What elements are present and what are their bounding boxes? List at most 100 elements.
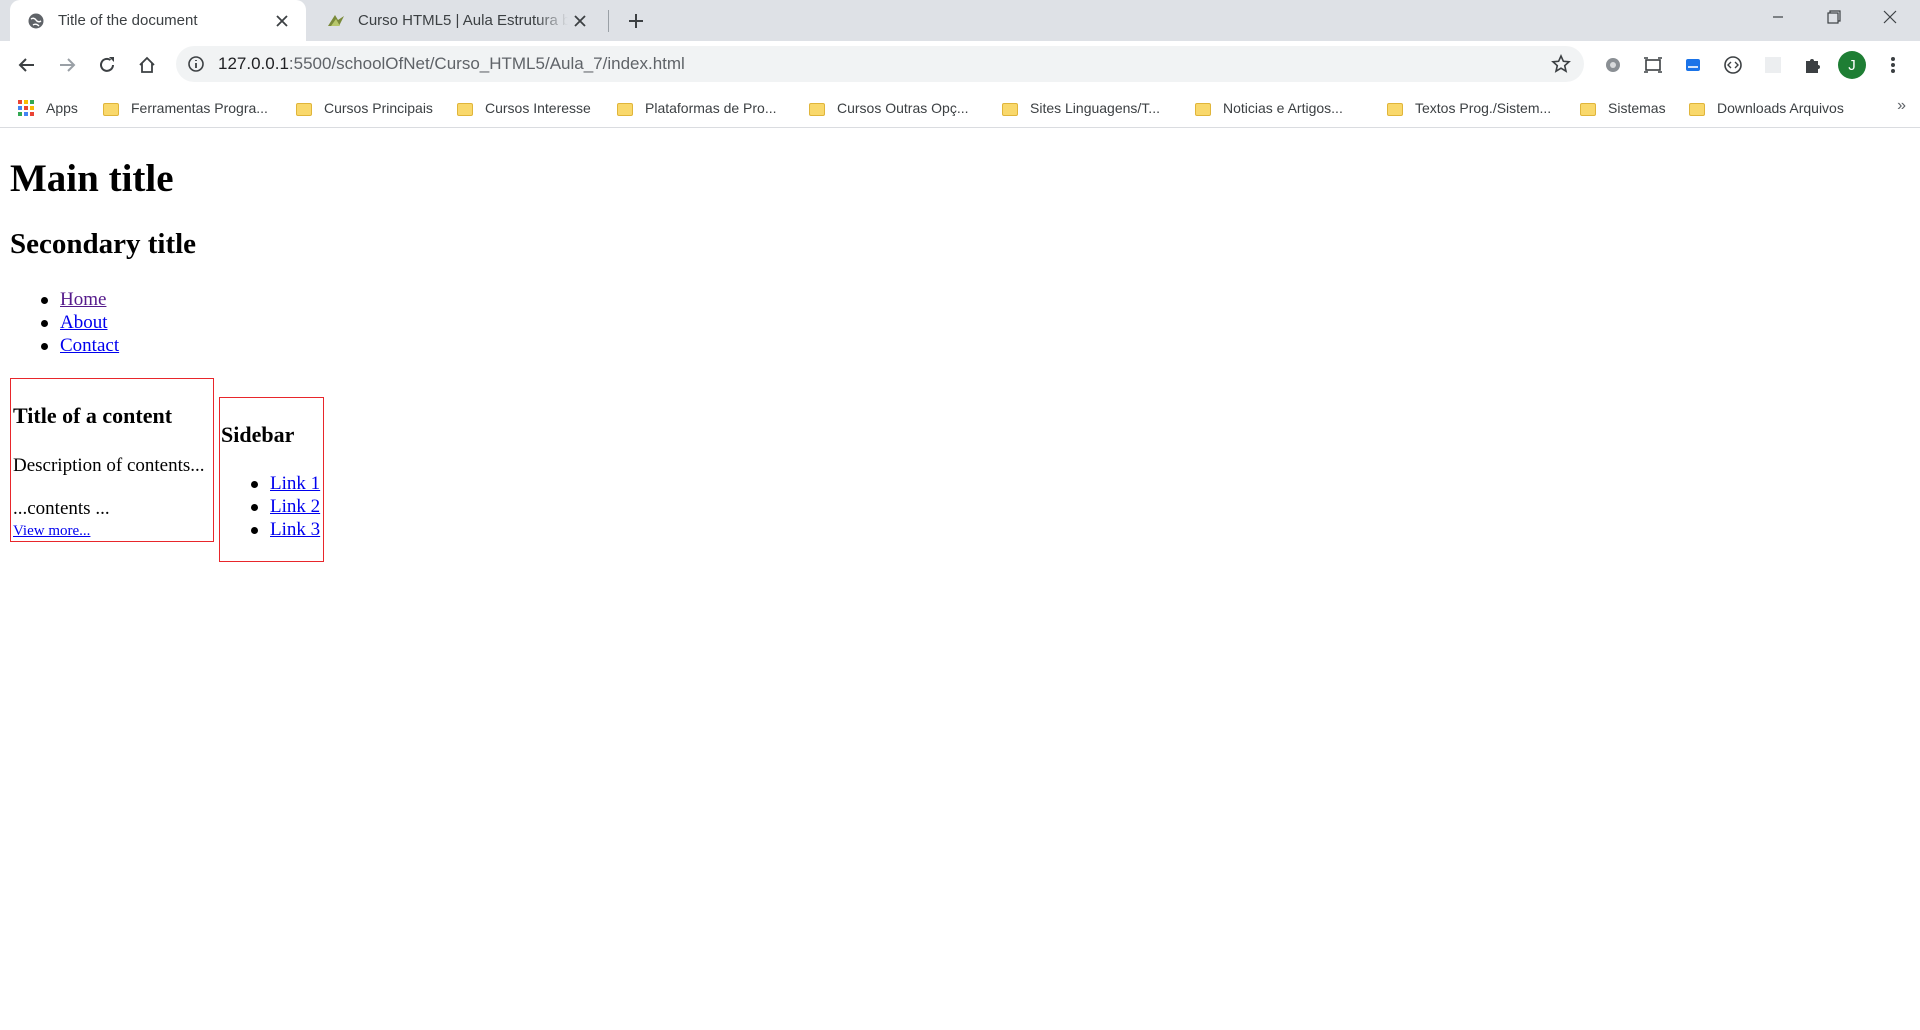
bookmark-folder[interactable]: Cursos Interesse: [457, 97, 591, 119]
close-window-button[interactable]: [1862, 0, 1918, 34]
menu-button[interactable]: [1876, 48, 1910, 82]
bookmark-label: Noticias e Artigos...: [1223, 100, 1343, 116]
address-bar[interactable]: 127.0.0.1:5500/schoolOfNet/Curso_HTML5/A…: [176, 46, 1584, 82]
tab-strip: Title of the document Curso HTML5 | Aula…: [0, 0, 1920, 41]
sidebar-aside: Sidebar Link 1 Link 2 Link 3: [219, 397, 324, 562]
home-button[interactable]: [130, 48, 164, 82]
restore-icon: [1827, 10, 1841, 24]
bookmark-folder[interactable]: Cursos Principais: [296, 97, 433, 119]
cloud-extension-icon[interactable]: [1680, 52, 1706, 78]
content-article: Title of a content Description of conten…: [10, 378, 214, 542]
bookmark-label: Sites Linguagens/T...: [1030, 100, 1160, 116]
content-body: ...contents ...: [13, 498, 110, 519]
globe-icon: [26, 11, 46, 31]
folder-icon: [1195, 102, 1211, 116]
bookmarks-overflow-button[interactable]: »: [1897, 97, 1906, 115]
folder-icon: [809, 102, 825, 116]
bookmark-label: Ferramentas Progra...: [131, 100, 268, 116]
url-host: 127.0.0.1: [218, 54, 289, 73]
info-icon[interactable]: [186, 54, 206, 74]
folder-icon: [1689, 102, 1705, 116]
tab-curso-html5[interactable]: Curso HTML5 | Aula Estrutura básica: [316, 0, 604, 41]
close-tab-icon[interactable]: [568, 9, 592, 33]
plus-icon: [629, 14, 643, 28]
view-more-link[interactable]: View more...: [13, 523, 90, 540]
back-arrow-icon: [18, 58, 34, 72]
folder-icon: [617, 102, 633, 116]
reload-icon: [100, 57, 114, 72]
folder-icon: [1002, 102, 1018, 116]
sidebar-title: Sidebar: [221, 422, 295, 447]
browser-toolbar: 127.0.0.1:5500/schoolOfNet/Curso_HTML5/A…: [0, 41, 1920, 88]
folder-icon: [1580, 102, 1596, 116]
bookmark-folder[interactable]: Cursos Outras Opç...: [809, 97, 968, 119]
forward-arrow-icon: [60, 58, 76, 72]
profile-avatar[interactable]: J: [1838, 51, 1866, 79]
sidebar-link-list: Link 1 Link 2 Link 3: [250, 472, 320, 541]
minimize-icon: [1773, 16, 1783, 18]
bookmark-folder[interactable]: Sistemas: [1580, 97, 1666, 119]
bookmark-apps[interactable]: Apps: [18, 97, 78, 119]
web-page: Main title Secondary title Home About Co…: [0, 128, 1920, 1030]
sidebar-item: Link 3: [250, 518, 320, 541]
schoolofnet-icon: [326, 11, 346, 31]
main-title: Main title: [10, 157, 174, 200]
more-vertical-icon: [1891, 57, 1895, 73]
tab-separator: [608, 10, 609, 32]
secondary-title: Secondary title: [10, 228, 197, 260]
gear-extension-icon[interactable]: [1600, 52, 1626, 78]
bookmark-label: Sistemas: [1608, 100, 1666, 116]
content-title: Title of a content: [13, 403, 173, 428]
bookmarks-bar: Apps Ferramentas Progra... Cursos Princi…: [0, 88, 1920, 128]
minimize-button[interactable]: [1750, 0, 1806, 34]
close-tab-icon[interactable]: [270, 9, 294, 33]
blank-extension-icon[interactable]: [1760, 52, 1786, 78]
bookmark-folder[interactable]: Sites Linguagens/T...: [1002, 97, 1160, 119]
nav-link-contact[interactable]: Contact: [60, 335, 119, 356]
back-button[interactable]: [10, 48, 44, 82]
nav-item-home: Home: [40, 288, 119, 311]
apps-grid-icon: [18, 100, 34, 116]
bookmark-label: Cursos Principais: [324, 100, 433, 116]
folder-icon: [103, 102, 119, 116]
nav-list: Home About Contact: [40, 288, 119, 357]
sidebar-link-3[interactable]: Link 3: [270, 519, 320, 540]
sidebar-link-2[interactable]: Link 2: [270, 496, 320, 517]
reload-button[interactable]: [90, 48, 124, 82]
new-tab-button[interactable]: [620, 6, 652, 36]
bookmark-folder[interactable]: Ferramentas Progra...: [103, 97, 268, 119]
code-extension-icon[interactable]: [1720, 52, 1746, 78]
bookmark-label: Cursos Interesse: [485, 100, 591, 116]
screenshot-extension-icon[interactable]: [1640, 52, 1666, 78]
bookmark-folder[interactable]: Noticias e Artigos...: [1195, 97, 1343, 119]
nav-item-contact: Contact: [40, 334, 119, 357]
bookmark-label: Downloads Arquivos: [1717, 100, 1844, 116]
url-path: :5500/schoolOfNet/Curso_HTML5/Aula_7/ind…: [288, 54, 685, 73]
close-icon: [1883, 10, 1897, 24]
nav-link-about[interactable]: About: [60, 312, 108, 333]
url-text[interactable]: 127.0.0.1:5500/schoolOfNet/Curso_HTML5/A…: [218, 54, 685, 74]
bookmark-folder[interactable]: Downloads Arquivos: [1689, 97, 1844, 119]
bookmark-folder[interactable]: Plataformas de Pro...: [617, 97, 777, 119]
restore-button[interactable]: [1806, 0, 1862, 34]
bookmark-label: Cursos Outras Opç...: [837, 100, 969, 116]
bookmark-star-icon[interactable]: [1550, 53, 1572, 75]
folder-icon: [1387, 102, 1403, 116]
sidebar-item: Link 1: [250, 472, 320, 495]
bookmark-label: Apps: [46, 100, 78, 116]
nav-item-about: About: [40, 311, 119, 334]
tab-title: Curso HTML5 | Aula Estrutura básica: [358, 12, 568, 29]
content-description: Description of contents...: [13, 455, 205, 476]
tab-title: Title of the document: [58, 12, 198, 29]
sidebar-link-1[interactable]: Link 1: [270, 473, 320, 494]
nav-link-home[interactable]: Home: [60, 289, 106, 310]
bookmark-label: Textos Prog./Sistem...: [1415, 100, 1552, 116]
puzzle-icon[interactable]: [1800, 52, 1826, 78]
forward-button[interactable]: [50, 48, 84, 82]
sidebar-item: Link 2: [250, 495, 320, 518]
bookmark-folder[interactable]: Textos Prog./Sistem...: [1387, 97, 1551, 119]
tab-title-of-document[interactable]: Title of the document: [10, 0, 306, 41]
bookmark-label: Plataformas de Pro...: [645, 100, 777, 116]
home-icon: [139, 56, 155, 73]
folder-icon: [457, 102, 473, 116]
